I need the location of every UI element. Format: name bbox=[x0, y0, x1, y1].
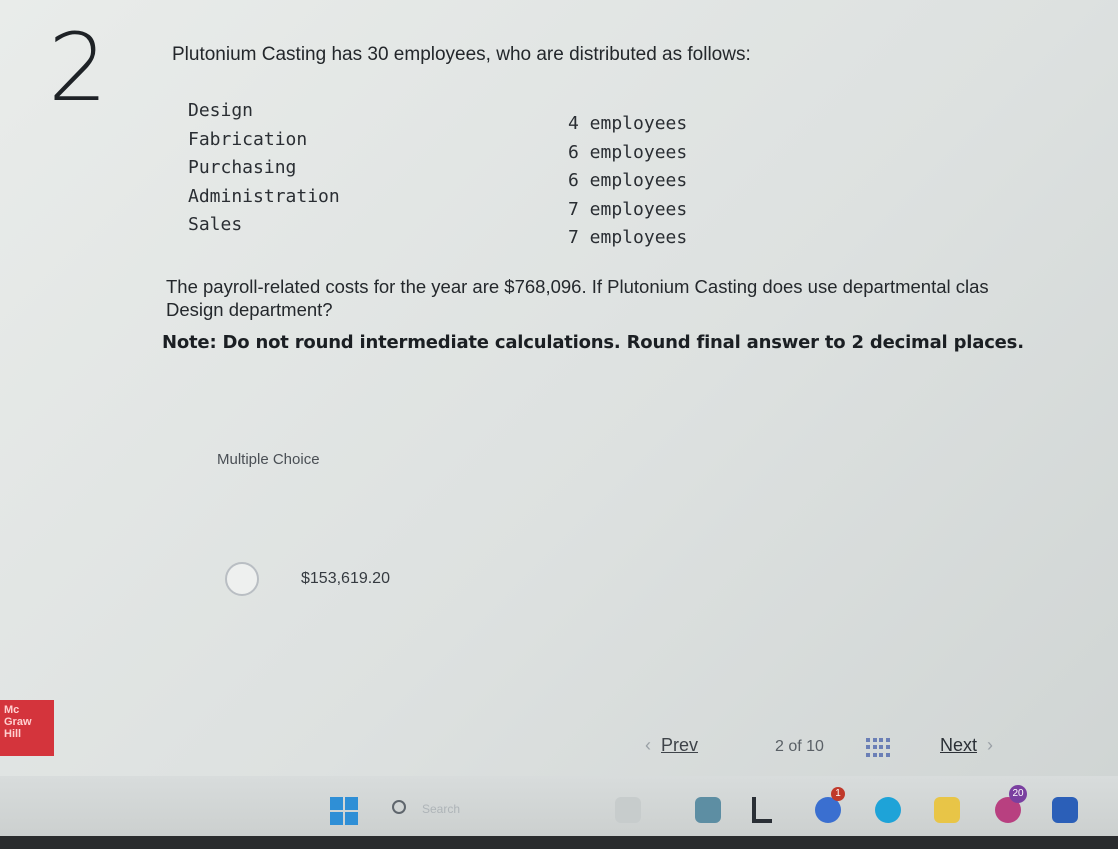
word-icon[interactable] bbox=[1052, 797, 1078, 823]
question-text-line: Design department? bbox=[166, 299, 333, 320]
department-row: Fabrication 6 employees bbox=[188, 128, 708, 163]
page-current: 2 bbox=[775, 738, 784, 755]
next-button[interactable]: Next › bbox=[940, 735, 993, 756]
question-text: The payroll-related costs for the year a… bbox=[166, 275, 1118, 321]
department-row: Administration 7 employees bbox=[188, 185, 708, 220]
prev-button[interactable]: ‹ Prev bbox=[645, 735, 698, 756]
file-explorer-icon[interactable] bbox=[934, 797, 960, 823]
department-row: Design 4 employees bbox=[188, 100, 708, 134]
app-icon[interactable] bbox=[695, 797, 721, 823]
department-name: Purchasing bbox=[188, 157, 297, 178]
page-of: of bbox=[788, 738, 802, 755]
department-name: Sales bbox=[188, 214, 243, 235]
mcgraw-hill-logo: Mc Graw Hill bbox=[0, 700, 54, 756]
page-total: 10 bbox=[806, 738, 824, 755]
logo-text: Hill bbox=[4, 728, 22, 740]
app-icon[interactable]: 20 bbox=[995, 785, 1027, 823]
rounding-note: Note: Do not round intermediate calculat… bbox=[162, 332, 1024, 353]
department-count: 7 employees bbox=[568, 227, 688, 248]
department-table: Design 4 employees Fabrication 6 employe… bbox=[188, 100, 708, 248]
search-icon[interactable] bbox=[392, 800, 406, 814]
chevron-left-icon: ‹ bbox=[645, 735, 651, 755]
screen-bezel bbox=[0, 836, 1118, 849]
notification-badge: 20 bbox=[1009, 785, 1027, 803]
question-text-line: The payroll-related costs for the year a… bbox=[166, 276, 989, 297]
prev-label: Prev bbox=[661, 735, 699, 755]
department-name: Design bbox=[188, 100, 254, 121]
app-icon[interactable] bbox=[752, 797, 772, 823]
windows-start-icon[interactable] bbox=[330, 797, 358, 825]
widgets-icon[interactable] bbox=[615, 797, 641, 823]
app-icon[interactable]: 1 bbox=[815, 787, 845, 823]
chevron-right-icon: › bbox=[987, 735, 994, 755]
question-intro: Plutonium Casting has 30 employees, who … bbox=[172, 44, 751, 65]
department-row: Purchasing 6 employees bbox=[188, 157, 708, 191]
choice-radio[interactable] bbox=[225, 562, 259, 596]
next-label: Next bbox=[940, 735, 978, 755]
edge-browser-icon[interactable] bbox=[875, 797, 901, 823]
taskbar-search-placeholder[interactable]: Search bbox=[422, 802, 460, 816]
page-indicator: 2 of 10 bbox=[775, 738, 824, 756]
answer-choice[interactable]: $153,619.20 bbox=[225, 562, 390, 596]
department-name: Administration bbox=[188, 185, 340, 207]
notification-badge: 1 bbox=[831, 787, 845, 801]
department-row: Sales 7 employees bbox=[188, 214, 708, 248]
logo-text: Mc bbox=[4, 704, 20, 716]
question-type-label: Multiple Choice bbox=[217, 451, 320, 468]
choice-text: $153,619.20 bbox=[301, 570, 390, 587]
question-grid-icon[interactable] bbox=[866, 738, 890, 758]
question-number: 2 bbox=[48, 14, 108, 123]
logo-text: Graw bbox=[4, 716, 32, 728]
department-name: Fabrication bbox=[188, 128, 308, 150]
